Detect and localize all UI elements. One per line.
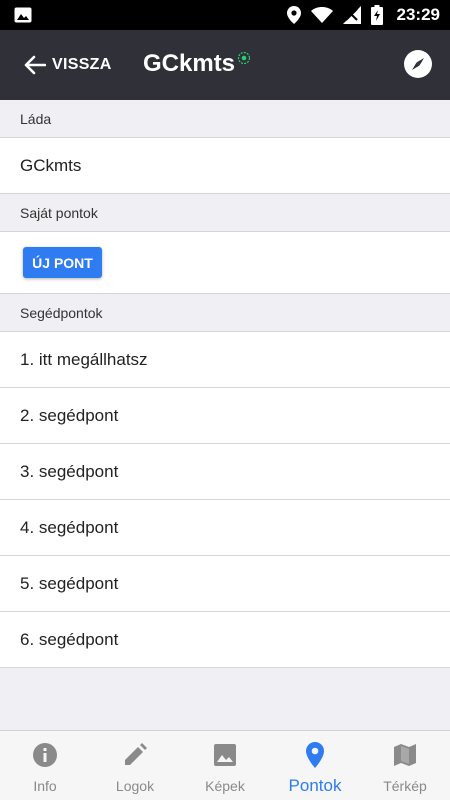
- tab-pontok[interactable]: Pontok: [270, 731, 360, 800]
- section-header-lada: Láda: [0, 100, 450, 138]
- battery-charging-icon: [370, 5, 383, 25]
- section-header-segedpontok: Segédpontok: [0, 294, 450, 332]
- status-bar: 23:29: [0, 0, 450, 30]
- pencil-icon: [125, 743, 147, 765]
- waypoint-row[interactable]: 1. itt megállhatsz: [0, 332, 450, 388]
- image-icon: [214, 744, 236, 766]
- section-header-sajat-pontok: Saját pontok: [0, 194, 450, 232]
- wifi-icon: [310, 7, 333, 23]
- page-title: GCkmts: [143, 50, 236, 77]
- tab-label-kepek: Képek: [205, 778, 245, 794]
- map-icon: [394, 744, 416, 766]
- location-icon: [286, 6, 301, 24]
- tab-label-terkep: Térkép: [383, 778, 427, 794]
- bottom-tab-bar: Info Logok Képek Pontok Térkép: [0, 730, 450, 800]
- tab-kepek[interactable]: Képek: [180, 731, 270, 800]
- new-point-button[interactable]: ÚJ PONT: [23, 247, 102, 278]
- waypoint-row[interactable]: 6. segédpont: [0, 612, 450, 668]
- tab-label-logok: Logok: [115, 778, 155, 794]
- back-label: VISSZA: [52, 56, 112, 73]
- waypoint-row[interactable]: 4. segédpont: [0, 500, 450, 556]
- points-list: Láda GCkmts Saját pontok ÚJ PONT Segédpo…: [0, 100, 450, 730]
- new-point-row: ÚJ PONT: [0, 232, 450, 294]
- arrow-left-icon: [24, 55, 46, 75]
- compass-button[interactable]: [404, 50, 432, 78]
- tab-logok[interactable]: Logok: [90, 731, 180, 800]
- tab-label-info: Info: [33, 778, 57, 794]
- tab-info[interactable]: Info: [0, 731, 90, 800]
- waypoint-row[interactable]: 3. segédpont: [0, 444, 450, 500]
- tab-terkep[interactable]: Térkép: [360, 731, 450, 800]
- image-notification-icon: [14, 7, 32, 23]
- target-status-icon: [237, 51, 251, 65]
- status-time: 23:29: [396, 5, 440, 24]
- cache-name-row[interactable]: GCkmts: [0, 138, 450, 194]
- map-pin-icon: [306, 742, 324, 768]
- compass-icon: [412, 58, 424, 70]
- tab-label-pontok: Pontok: [288, 776, 342, 795]
- waypoint-row[interactable]: 5. segédpont: [0, 556, 450, 612]
- info-icon: [33, 743, 57, 767]
- signal-icon: [342, 6, 361, 24]
- waypoint-row[interactable]: 2. segédpont: [0, 388, 450, 444]
- back-button[interactable]: VISSZA: [24, 52, 112, 78]
- navigation-bar: VISSZA GCkmts: [0, 30, 450, 100]
